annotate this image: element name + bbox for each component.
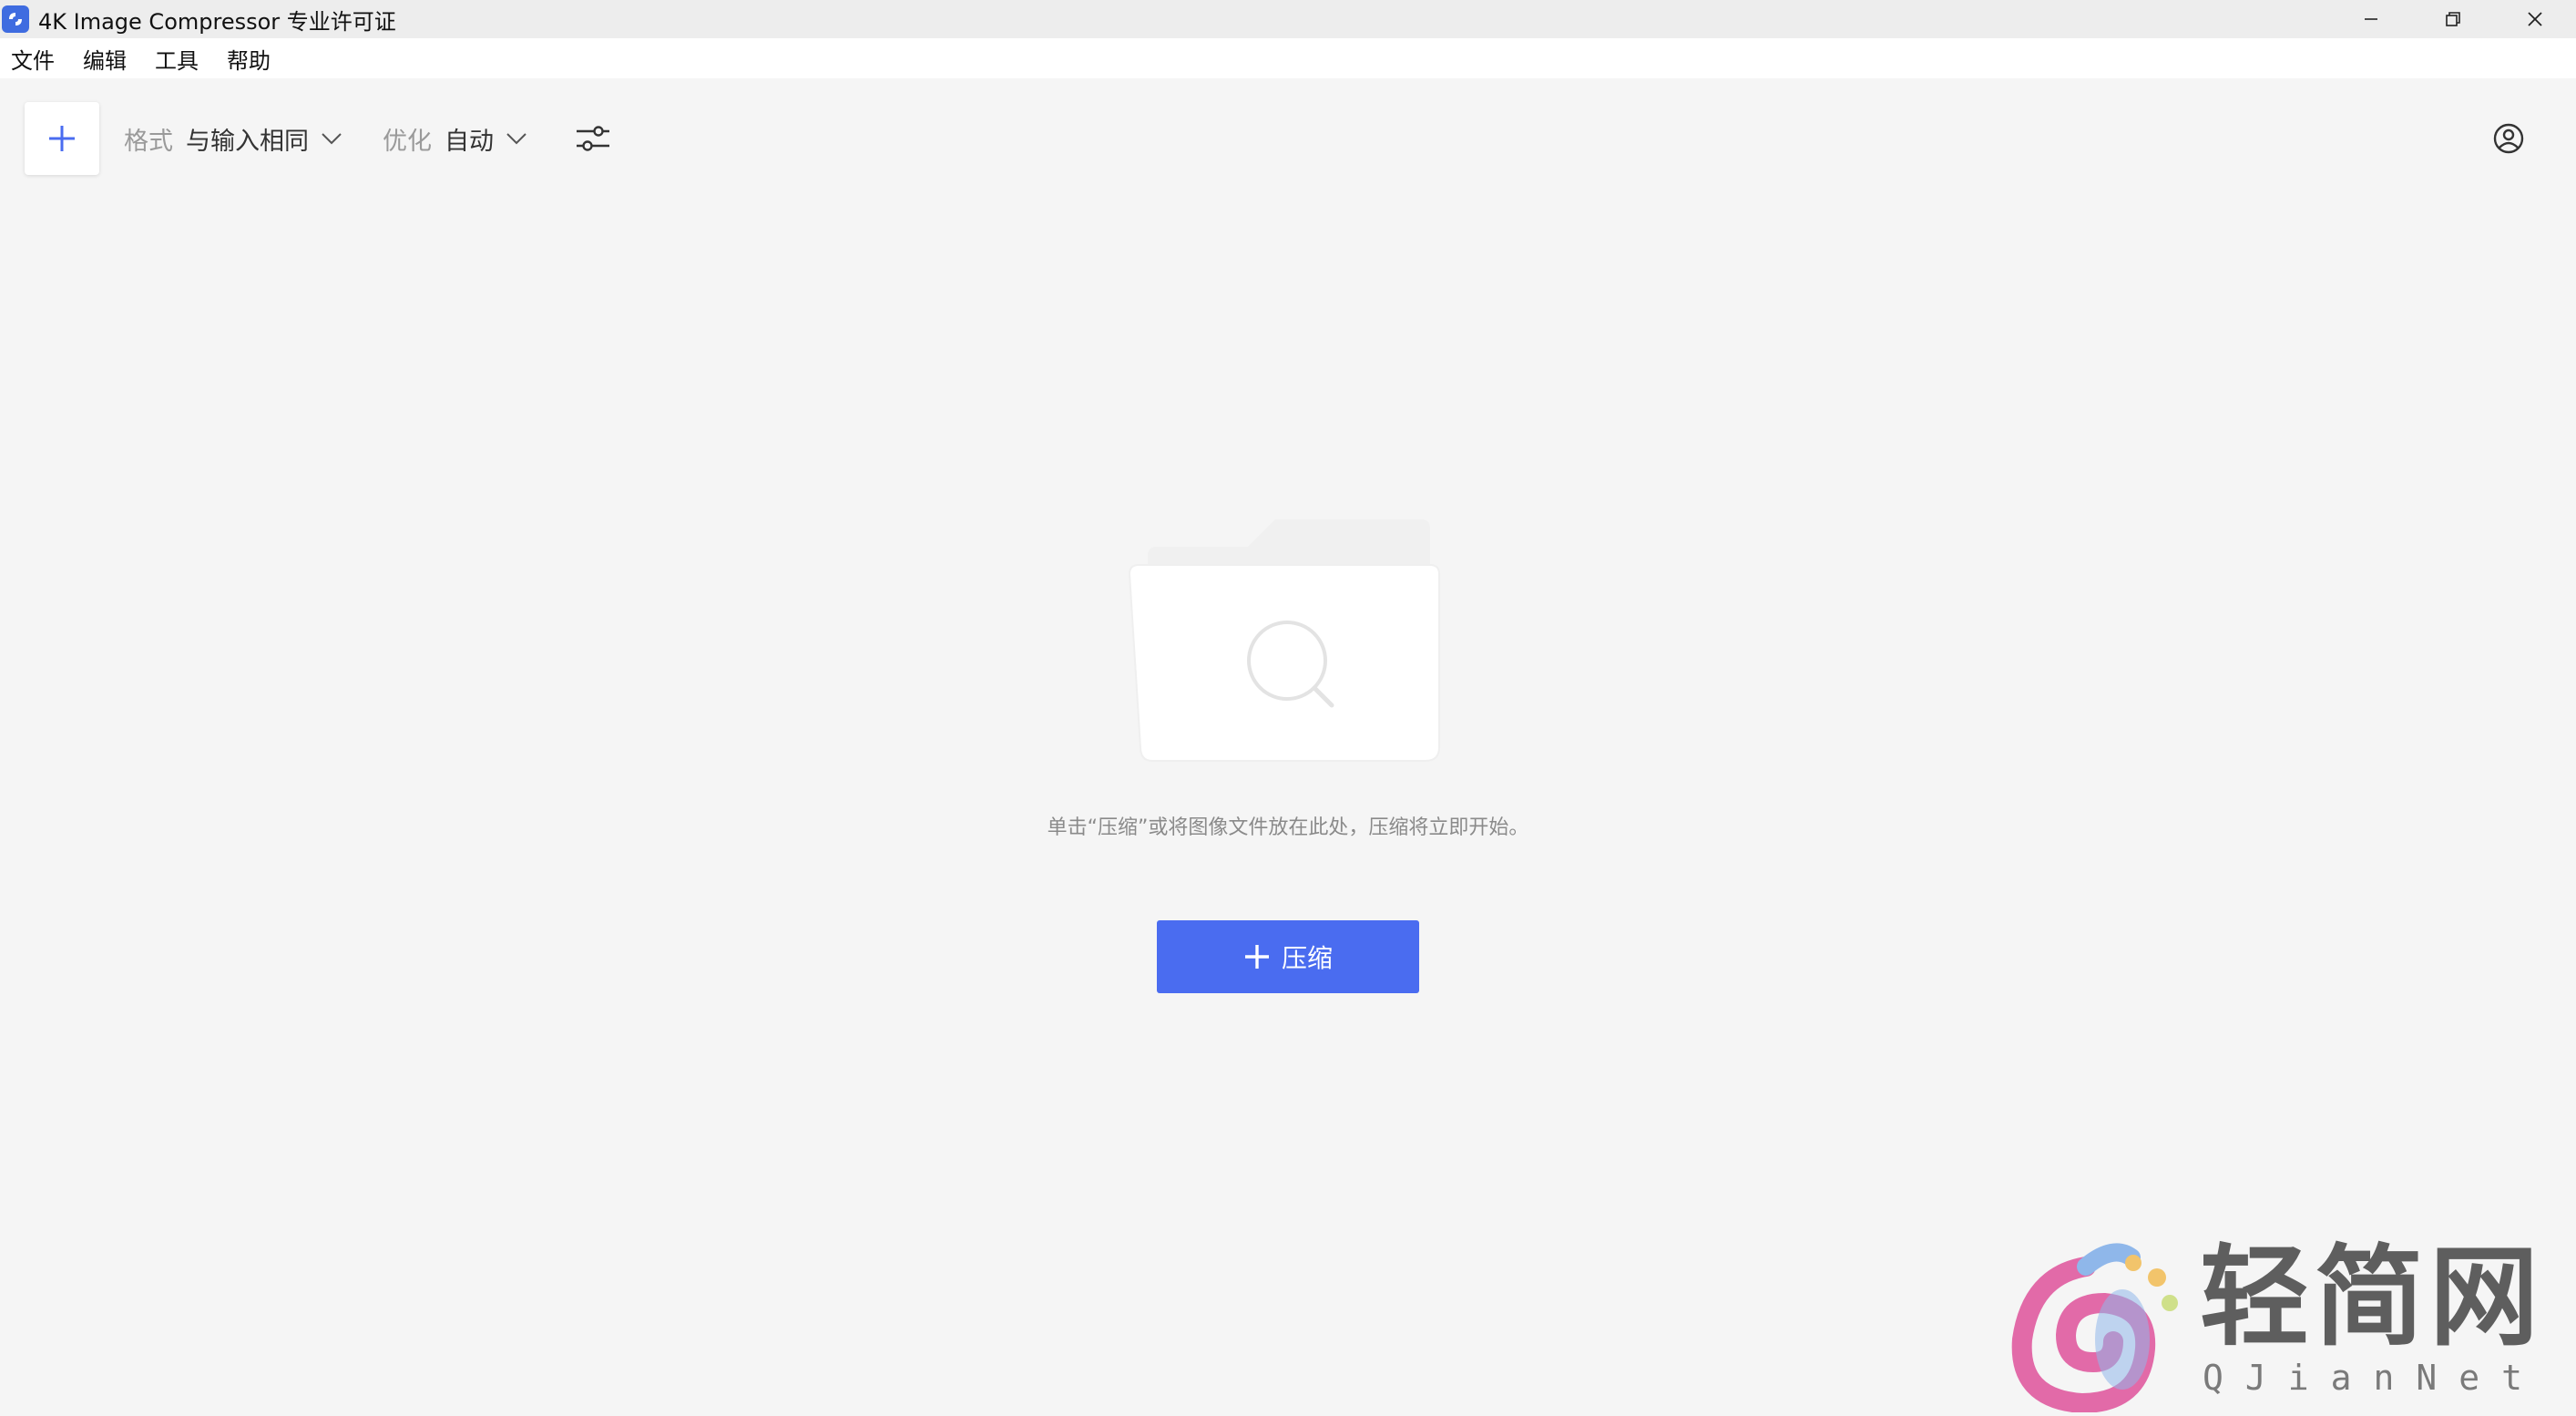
plus-icon xyxy=(1243,943,1271,970)
sliders-icon xyxy=(577,126,609,151)
menu-edit[interactable]: 编辑 xyxy=(83,43,127,75)
minimize-button[interactable] xyxy=(2330,0,2412,38)
app-logo-icon xyxy=(2,5,29,33)
compress-button-label: 压缩 xyxy=(1281,943,1333,973)
window-title: 4K Image Compressor 专业许可证 xyxy=(38,8,396,35)
restore-icon xyxy=(2446,12,2460,26)
watermark-text: 轻简网 xyxy=(2200,1233,2544,1361)
menu-file[interactable]: 文件 xyxy=(11,43,55,75)
empty-hint-text: 单击“压缩”或将图像文件放在此处，压缩将立即开始。 xyxy=(1047,816,1529,839)
optimize-dropdown[interactable]: 优化 自动 xyxy=(383,117,528,160)
settings-button[interactable] xyxy=(568,117,618,160)
restore-button[interactable] xyxy=(2412,0,2494,38)
format-label: 格式 xyxy=(124,127,173,156)
minimize-icon xyxy=(2365,18,2377,20)
window-controls xyxy=(2330,0,2576,38)
close-button[interactable] xyxy=(2494,0,2576,38)
watermark: 轻简网 QJianNet xyxy=(1995,1230,2560,1414)
format-value: 与输入相同 xyxy=(186,127,309,156)
menu-help[interactable]: 帮助 xyxy=(227,43,271,75)
watermark-subtext: QJianNet xyxy=(2203,1358,2545,1398)
user-circle-icon xyxy=(2493,123,2524,154)
chevron-down-icon xyxy=(506,133,526,145)
account-button[interactable] xyxy=(2487,117,2530,160)
menu-bar: 文件 编辑 工具 帮助 xyxy=(0,38,2576,78)
format-dropdown[interactable]: 格式 与输入相同 xyxy=(124,117,343,160)
add-files-button[interactable] xyxy=(25,102,99,175)
toolbar: 格式 与输入相同 优化 自动 xyxy=(0,78,2576,197)
compress-button[interactable]: 压缩 xyxy=(1157,920,1419,993)
title-bar: 4K Image Compressor 专业许可证 xyxy=(0,0,2576,38)
chevron-down-icon xyxy=(322,133,342,145)
plus-icon xyxy=(49,126,75,151)
optimize-label: 优化 xyxy=(383,127,432,156)
menu-tools[interactable]: 工具 xyxy=(155,43,199,75)
watermark-logo-icon xyxy=(1995,1230,2186,1414)
close-icon xyxy=(2528,12,2542,26)
folder-search-icon xyxy=(1120,519,1457,765)
optimize-value: 自动 xyxy=(445,127,494,156)
